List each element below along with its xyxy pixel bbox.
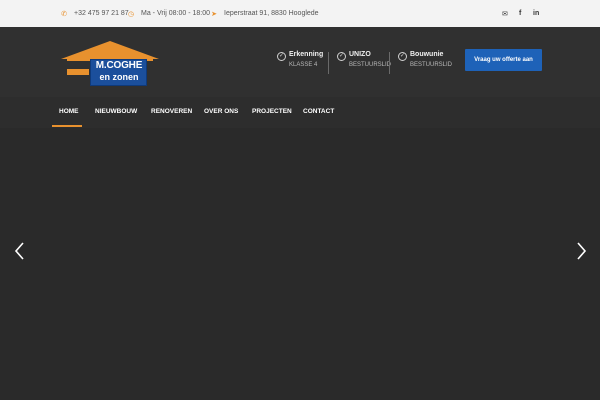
facebook-link[interactable]: f — [519, 0, 521, 27]
opening-hours: Ma - Vrij 08:00 - 18:00 — [141, 10, 210, 17]
cert-name: UNIZO — [349, 51, 371, 58]
check-circle-icon: ✓ — [277, 52, 286, 61]
logo-line-1: M.COGHE — [95, 60, 143, 71]
address-info: ➤ Ieperstraat 91, 8830 Hooglede — [210, 0, 319, 27]
nav-item-renoveren[interactable]: RENOVEREN — [151, 97, 192, 128]
cert-divider — [389, 52, 390, 74]
clock-icon: ◷ — [127, 10, 135, 18]
check-circle-icon: ✓ — [398, 52, 407, 61]
cert-sub: KLASSE 4 — [289, 62, 318, 68]
cert-name: Bouwunie — [410, 51, 444, 58]
nav-item-over-ons[interactable]: OVER ONS — [204, 97, 238, 128]
linkedin-icon[interactable]: in — [533, 10, 539, 17]
logo-line-2: en zonen — [99, 72, 139, 82]
hero-slider — [0, 128, 600, 400]
phone-info[interactable]: ✆ +32 475 97 21 87 — [60, 0, 129, 27]
linkedin-link[interactable]: in — [533, 0, 539, 27]
cert-sub: BESTUURSLID — [410, 62, 453, 68]
address-text: Ieperstraat 91, 8830 Hooglede — [224, 10, 319, 17]
nav-item-projecten[interactable]: PROJECTEN — [252, 97, 292, 128]
nav-item-nieuwbouw[interactable]: NIEUWBOUW — [95, 97, 137, 128]
phone-icon: ✆ — [61, 10, 67, 18]
check-circle-icon: ✓ — [337, 52, 346, 61]
envelope-icon[interactable]: ✉ — [502, 10, 508, 18]
nav-item-contact[interactable]: CONTACT — [303, 97, 334, 128]
email-link[interactable]: ✉ — [502, 0, 508, 27]
phone-number[interactable]: +32 475 97 21 87 — [74, 10, 129, 17]
nav-item-home[interactable]: HOME — [59, 97, 79, 128]
cert-divider — [328, 52, 329, 74]
facebook-icon[interactable]: f — [519, 10, 521, 17]
chevron-right-icon[interactable] — [574, 241, 588, 261]
cert-name: Erkenning — [289, 51, 324, 58]
top-info-bar: ✆ +32 475 97 21 87 ◷ Ma - Vrij 08:00 - 1… — [0, 0, 600, 27]
location-arrow-icon: ➤ — [211, 10, 217, 18]
main-nav: HOME NIEUWBOUW RENOVEREN OVER ONS PROJEC… — [0, 97, 600, 128]
logo-stripe — [67, 69, 89, 75]
chevron-left-icon[interactable] — [13, 241, 27, 261]
cert-sub: BESTUURSLID — [349, 62, 392, 68]
nav-active-indicator — [52, 125, 82, 127]
request-quote-button[interactable]: Vraag uw offerte aan — [465, 49, 542, 71]
roof-shape — [61, 41, 159, 61]
site-logo[interactable]: M.COGHE en zonen — [61, 41, 159, 87]
hours-info: ◷ Ma - Vrij 08:00 - 18:00 — [127, 0, 210, 27]
